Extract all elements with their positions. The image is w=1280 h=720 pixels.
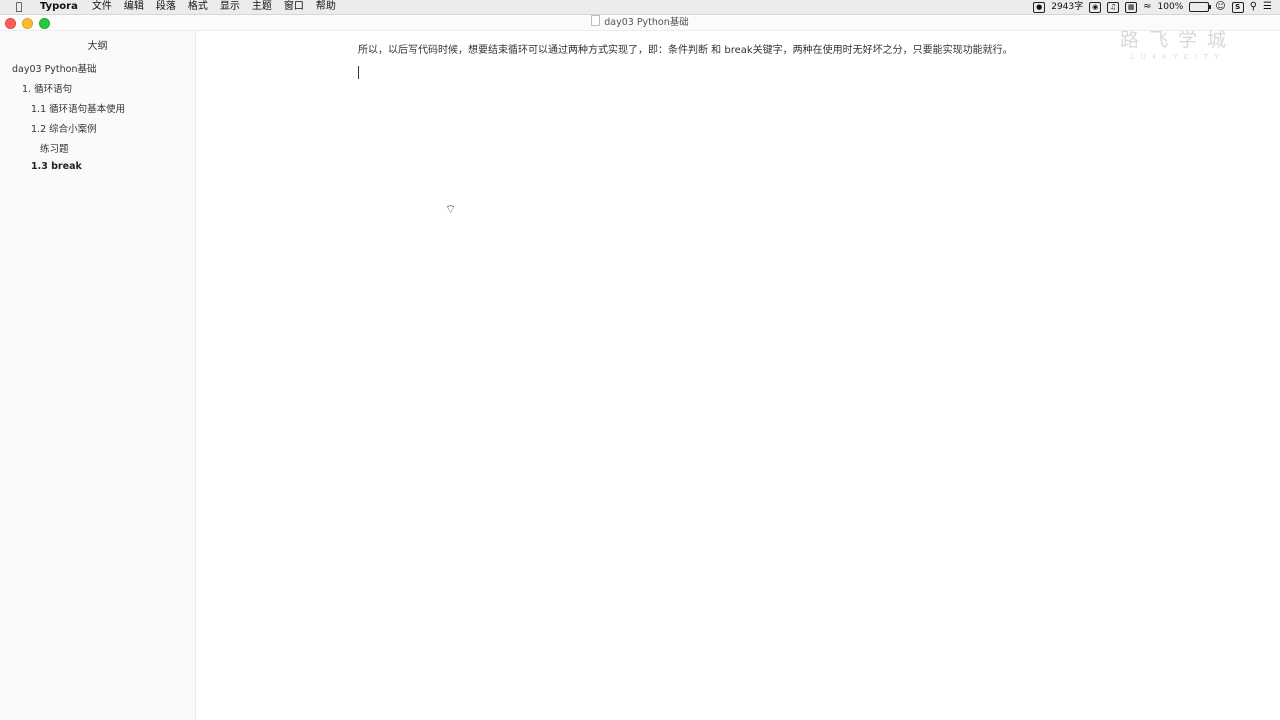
outline-item-exercise[interactable]: 练习题	[40, 141, 69, 155]
menu-edit[interactable]: 编辑	[118, 0, 150, 14]
word-count[interactable]: 2943字	[1051, 2, 1083, 12]
menu-file[interactable]: 文件	[86, 0, 118, 14]
editor-area[interactable]: 所以，以后写代码时候，想要结束循环可以通过两种方式实现了，即：条件判断 和 br…	[196, 31, 1280, 720]
menu-window[interactable]: 窗口	[278, 0, 310, 14]
status-area: ● 2943字 ◉ ♫ ▦ ≈ 100% ☺ S ⚲ ☰	[1033, 0, 1272, 14]
watermark-logo: 路飞学城 LUFFYCITY	[1118, 28, 1238, 62]
outline-sidebar: 大纲 day03 Python基础 1. 循环语句 1.1 循环语句基本使用 1…	[0, 31, 196, 720]
window-title-text: day03 Python基础	[604, 17, 689, 28]
screen-record-icon[interactable]: ●	[1033, 1, 1046, 13]
outline-item-loop[interactable]: 1. 循环语句	[22, 81, 72, 95]
control-center-icon[interactable]: ☰	[1263, 2, 1272, 12]
menu-view[interactable]: 显示	[214, 0, 246, 14]
text-caret	[358, 66, 359, 79]
menu-help[interactable]: 帮助	[310, 0, 342, 14]
battery-icon[interactable]	[1189, 2, 1212, 12]
mic-icon[interactable]: ♫	[1107, 1, 1120, 13]
search-icon[interactable]: ⚲	[1250, 2, 1257, 12]
window-titlebar: day03 Python基础	[0, 15, 1280, 31]
outline-item-break[interactable]: 1.3 break	[31, 161, 82, 172]
user-icon[interactable]: ☺	[1215, 2, 1225, 12]
apple-icon[interactable]: 	[12, 0, 26, 14]
watermark-cn: 路飞学城	[1119, 29, 1236, 51]
document-icon	[591, 15, 601, 26]
outline-item-case[interactable]: 1.2 综合小案例	[31, 121, 97, 135]
menu-bar:  Typora 文件 编辑 段落 格式 显示 主题 窗口 帮助 ● 2943字…	[0, 0, 1280, 15]
grid-icon[interactable]: ▦	[1125, 1, 1138, 13]
s-app-icon[interactable]: S	[1231, 1, 1244, 13]
outline-item-day03[interactable]: day03 Python基础	[12, 61, 97, 75]
menu-paragraph[interactable]: 段落	[150, 0, 182, 14]
watermark-en: LUFFYCITY	[1130, 53, 1226, 61]
ibeam-cursor-icon: ⌔	[445, 202, 457, 216]
window-title: day03 Python基础	[0, 15, 1280, 30]
outline-item-loop-basic[interactable]: 1.1 循环语句基本使用	[31, 101, 125, 115]
battery-percent: 100%	[1157, 2, 1184, 12]
outline-title: 大纲	[87, 41, 108, 52]
app-indicator-icon[interactable]: ◉	[1089, 1, 1102, 13]
menu-theme[interactable]: 主题	[246, 0, 278, 14]
paragraph-text[interactable]: 所以，以后写代码时候，想要结束循环可以通过两种方式实现了，即：条件判断 和 br…	[358, 41, 1013, 56]
wifi-icon[interactable]: ≈	[1143, 2, 1151, 12]
menu-format[interactable]: 格式	[182, 0, 214, 14]
menu-app-name[interactable]: Typora	[34, 0, 86, 14]
